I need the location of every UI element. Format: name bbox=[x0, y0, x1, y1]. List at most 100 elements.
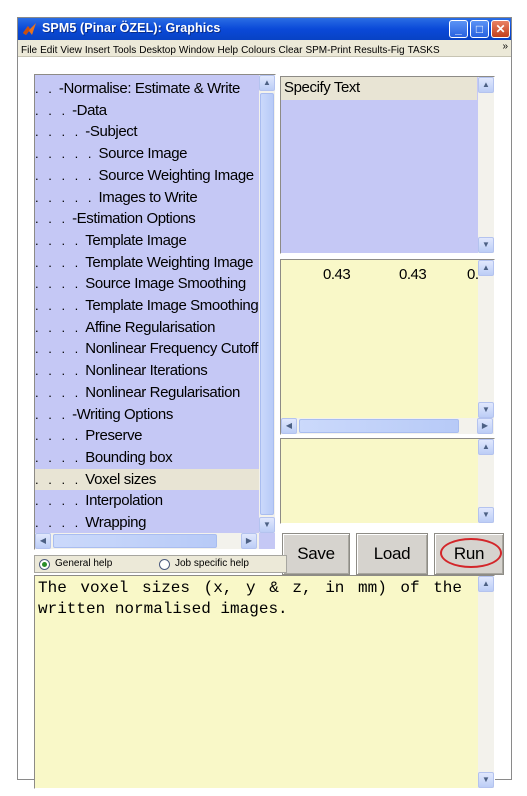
menu-desktop[interactable]: Desktop bbox=[139, 43, 176, 56]
tree-item[interactable]: . . . . Source Image Smoothing bbox=[35, 273, 259, 294]
value-x: 0.43 bbox=[323, 266, 351, 283]
tree-item[interactable]: . . . . Bounding box bbox=[35, 447, 259, 468]
scroll-thumb-horizontal[interactable] bbox=[299, 419, 459, 433]
scroll-up-button[interactable]: ▲ bbox=[478, 260, 494, 276]
tree-item-label: Template Image Smoothing bbox=[85, 297, 259, 314]
figure-area: . . -Normalise: Estimate & Write. . . -Dat… bbox=[18, 58, 511, 789]
tree-item[interactable]: . . . . . Source Image bbox=[35, 143, 259, 164]
tree-item[interactable]: . . . . Interpolation bbox=[35, 490, 259, 511]
menu-results-fig[interactable]: Results-Fig bbox=[354, 43, 405, 56]
maximize-button[interactable]: □ bbox=[470, 20, 489, 38]
menu-spm-print[interactable]: SPM-Print bbox=[305, 43, 351, 56]
tree-item-label: Interpolation bbox=[85, 492, 163, 509]
scroll-down-button[interactable]: ▼ bbox=[478, 772, 494, 788]
tree-item[interactable]: . . . -Estimation Options bbox=[35, 208, 259, 229]
tree-item-label: Source Image Smoothing bbox=[85, 275, 246, 292]
scroll-right-button[interactable]: ▶ bbox=[477, 418, 493, 434]
tree-indent-dots: . . . . bbox=[35, 493, 82, 508]
specify-text-box[interactable]: Specify Text ▲ ▼ bbox=[280, 76, 495, 254]
scroll-up-button[interactable]: ▲ bbox=[478, 439, 494, 455]
scroll-thumb-horizontal[interactable] bbox=[53, 534, 217, 548]
scroll-down-button[interactable]: ▼ bbox=[478, 402, 494, 418]
tree-item-label: Nonlinear Frequency Cutoff bbox=[85, 340, 259, 357]
tree-indent-dots: . . . . bbox=[35, 320, 82, 335]
tree-item[interactable]: . . . . Template Weighting Image bbox=[35, 252, 259, 273]
specify-text-label: Specify Text bbox=[284, 79, 360, 96]
run-highlight-circle bbox=[440, 538, 502, 568]
scroll-down-button[interactable]: ▼ bbox=[259, 517, 275, 533]
tree-indent-dots: . . . . bbox=[35, 472, 82, 487]
tree-item[interactable]: . . . -Writing Options bbox=[35, 404, 259, 425]
menu-window[interactable]: Window bbox=[179, 43, 215, 56]
tree-item[interactable]: . . . -Data bbox=[35, 100, 259, 121]
scroll-thumb[interactable] bbox=[260, 93, 274, 515]
tree-item[interactable]: . . -Normalise: Estimate & Write bbox=[35, 78, 259, 99]
job-help-radio[interactable] bbox=[159, 559, 170, 570]
chevron-up-icon: ▲ bbox=[482, 80, 490, 89]
values-vertical-scrollbar[interactable]: ▲ ▼ bbox=[478, 260, 494, 418]
tree-item-label: Template Image bbox=[85, 232, 187, 249]
close-button[interactable]: ✕ bbox=[491, 20, 510, 38]
save-button[interactable]: Save bbox=[282, 533, 350, 575]
menu-colours[interactable]: Colours bbox=[241, 43, 275, 56]
tree-indent-dots: . . . . bbox=[35, 385, 82, 400]
tree-item[interactable]: . . . . Voxel sizes bbox=[35, 469, 259, 490]
tree-item[interactable]: . . . . -Subject bbox=[35, 121, 259, 142]
values-horizontal-scrollbar[interactable]: ◀ ▶ bbox=[281, 418, 494, 434]
tree-indent-dots: . . . . bbox=[35, 233, 82, 248]
tree-indent-dots: . . . . bbox=[35, 298, 82, 313]
tree-indent-dots: . . . . . bbox=[35, 168, 95, 183]
tree-item[interactable]: . . . . Template Image Smoothing bbox=[35, 295, 259, 316]
tree-horizontal-scrollbar[interactable]: ◀ ▶ bbox=[35, 533, 259, 549]
message-box[interactable]: ▲ ▼ bbox=[280, 438, 495, 524]
specify-vertical-scrollbar[interactable]: ▲ ▼ bbox=[478, 77, 494, 253]
tree-indent-dots: . . . . bbox=[35, 450, 82, 465]
tree-item[interactable]: . . . . Nonlinear Iterations bbox=[35, 360, 259, 381]
menu-clear[interactable]: Clear bbox=[279, 43, 303, 56]
scroll-up-button[interactable]: ▲ bbox=[259, 75, 275, 91]
tree-item[interactable]: . . . . Nonlinear Regularisation bbox=[35, 382, 259, 403]
scroll-up-button[interactable]: ▲ bbox=[478, 77, 494, 93]
tree-indent-dots: . . . . . bbox=[35, 190, 95, 205]
tree-indent-dots: . . . bbox=[35, 211, 69, 226]
tree-item[interactable]: . . . . . Images to Write bbox=[35, 187, 259, 208]
tree-item[interactable]: . . . . Wrapping bbox=[35, 512, 259, 533]
menu-help[interactable]: Help bbox=[218, 43, 239, 56]
minimize-button[interactable]: _ bbox=[449, 20, 468, 38]
scroll-down-button[interactable]: ▼ bbox=[478, 507, 494, 523]
tree-item-label: Source Image bbox=[98, 145, 188, 162]
job-help-label[interactable]: Job specific help bbox=[175, 558, 249, 569]
general-help-radio[interactable] bbox=[39, 559, 50, 570]
title-bar[interactable]: SPM5 (Pinar ÖZEL): Graphics _ □ ✕ bbox=[18, 18, 511, 40]
tree-item-label: Voxel sizes bbox=[85, 471, 156, 488]
tree-item[interactable]: . . . . Preserve bbox=[35, 425, 259, 446]
tree-item[interactable]: . . . . Nonlinear Frequency Cutoff bbox=[35, 338, 259, 359]
tree-vertical-scrollbar[interactable]: ▲ ▼ bbox=[259, 75, 275, 533]
menu-edit[interactable]: Edit bbox=[40, 43, 57, 56]
tree-item[interactable]: . . . . Affine Regularisation bbox=[35, 317, 259, 338]
message-vertical-scrollbar[interactable]: ▲ ▼ bbox=[478, 439, 494, 523]
menu-overflow-icon[interactable]: » bbox=[502, 41, 508, 52]
tree-item[interactable]: . . . . . Source Weighting Image bbox=[35, 165, 259, 186]
tree-items: . . -Normalise: Estimate & Write. . . -Dat… bbox=[35, 78, 259, 534]
tree-item-label: Bounding box bbox=[85, 449, 173, 466]
help-vertical-scrollbar[interactable]: ▲ ▼ bbox=[478, 576, 494, 788]
values-box[interactable]: 0.43 0.43 0.43 ▲ ▼ ◀ ▶ bbox=[280, 259, 495, 435]
tree-item-label: Images to Write bbox=[98, 189, 198, 206]
scroll-left-button[interactable]: ◀ bbox=[35, 533, 51, 549]
menu-tools[interactable]: Tools bbox=[113, 43, 136, 56]
load-button[interactable]: Load bbox=[356, 533, 428, 575]
chevron-left-icon: ◀ bbox=[39, 536, 47, 545]
scroll-up-button[interactable]: ▲ bbox=[478, 576, 494, 592]
general-help-label[interactable]: General help bbox=[55, 558, 112, 569]
menu-view[interactable]: View bbox=[60, 43, 82, 56]
scroll-down-button[interactable]: ▼ bbox=[478, 237, 494, 253]
help-text-box[interactable]: The voxel sizes (x, y & z, in mm) of the… bbox=[34, 575, 495, 789]
menu-tasks[interactable]: TASKS bbox=[408, 43, 440, 56]
menu-insert[interactable]: Insert bbox=[85, 43, 110, 56]
tree-item[interactable]: . . . . Template Image bbox=[35, 230, 259, 251]
scroll-left-button[interactable]: ◀ bbox=[281, 418, 297, 434]
module-tree-list[interactable]: . . -Normalise: Estimate & Write. . . -Dat… bbox=[34, 74, 276, 550]
scroll-right-button[interactable]: ▶ bbox=[241, 533, 257, 549]
menu-file[interactable]: File bbox=[21, 43, 37, 56]
